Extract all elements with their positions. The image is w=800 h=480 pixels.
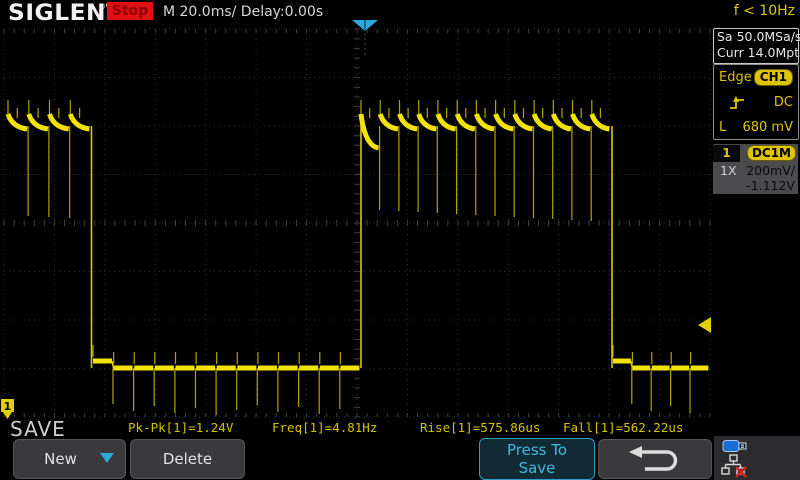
press-to-save-button[interactable]: Press To Save (479, 438, 595, 480)
channel1-scale-readout: 200mV/ (746, 163, 795, 178)
usb-device-icon (722, 439, 750, 453)
timebase-readout: M 20.0ms/ Delay:0.00s (163, 4, 323, 20)
waveform-display-area (0, 28, 712, 418)
trigger-level-readout: 680 mV (742, 120, 793, 135)
new-button-label: New (44, 450, 77, 468)
trigger-level-label: L (719, 120, 726, 135)
sampling-info-box: Sa 50.0MSa/s Curr 14.0Mpts (713, 28, 799, 64)
channel1-info-box: 1 DC1M 1X 200mV/ -1.112V (713, 144, 798, 194)
trigger-info-box: Edge CH1 DC L 680 mV (713, 64, 799, 140)
channel1-trace-edges (92, 114, 633, 368)
channel1-probe-readout: 1X (720, 163, 737, 178)
measurement-pkpk: Pk-Pk[1]=1.24V (128, 420, 233, 435)
channel1-coupling-badge: DC1M (747, 145, 796, 161)
delete-button-label: Delete (163, 450, 212, 468)
trigger-coupling-readout: DC (774, 95, 793, 110)
channel1-offset-readout: -1.112V (713, 178, 798, 194)
rising-edge-icon (728, 95, 746, 111)
measurement-fall: Fall[1]=562.22us (563, 420, 683, 435)
top-status-bar: SIGLENT ® Stop M 20.0ms/ Delay:0.00s f <… (0, 0, 800, 28)
trigger-source-badge: CH1 (754, 69, 793, 86)
dropdown-arrow-icon (100, 453, 114, 463)
trademark-symbol: ® (99, 3, 106, 11)
new-button[interactable]: New (13, 439, 126, 479)
press-to-save-line1: Press To (507, 441, 567, 459)
menu-title: SAVE (10, 417, 66, 441)
delete-button[interactable]: Delete (130, 439, 245, 479)
memory-depth-readout: Curr 14.0Mpts (714, 45, 798, 61)
oscilloscope-screen: SIGLENT ® Stop M 20.0ms/ Delay:0.00s f <… (0, 0, 800, 480)
channel1-number-chip: 1 (713, 145, 740, 162)
connectivity-status-panel (714, 436, 800, 480)
acquisition-status-badge: Stop (107, 2, 153, 20)
return-arrow-icon (627, 445, 683, 473)
return-button[interactable] (598, 439, 712, 479)
sample-rate-readout: Sa 50.0MSa/s (714, 29, 798, 45)
press-to-save-line2: Save (519, 459, 556, 477)
measurement-rise: Rise[1]=575.86us (420, 420, 540, 435)
trigger-type-label: Edge (719, 70, 752, 85)
frequency-counter-readout: f < 10Hz (734, 3, 795, 19)
measurement-freq: Freq[1]=4.81Hz (272, 420, 377, 435)
waveform-plot (0, 28, 712, 418)
lan-disconnected-icon (721, 454, 749, 478)
